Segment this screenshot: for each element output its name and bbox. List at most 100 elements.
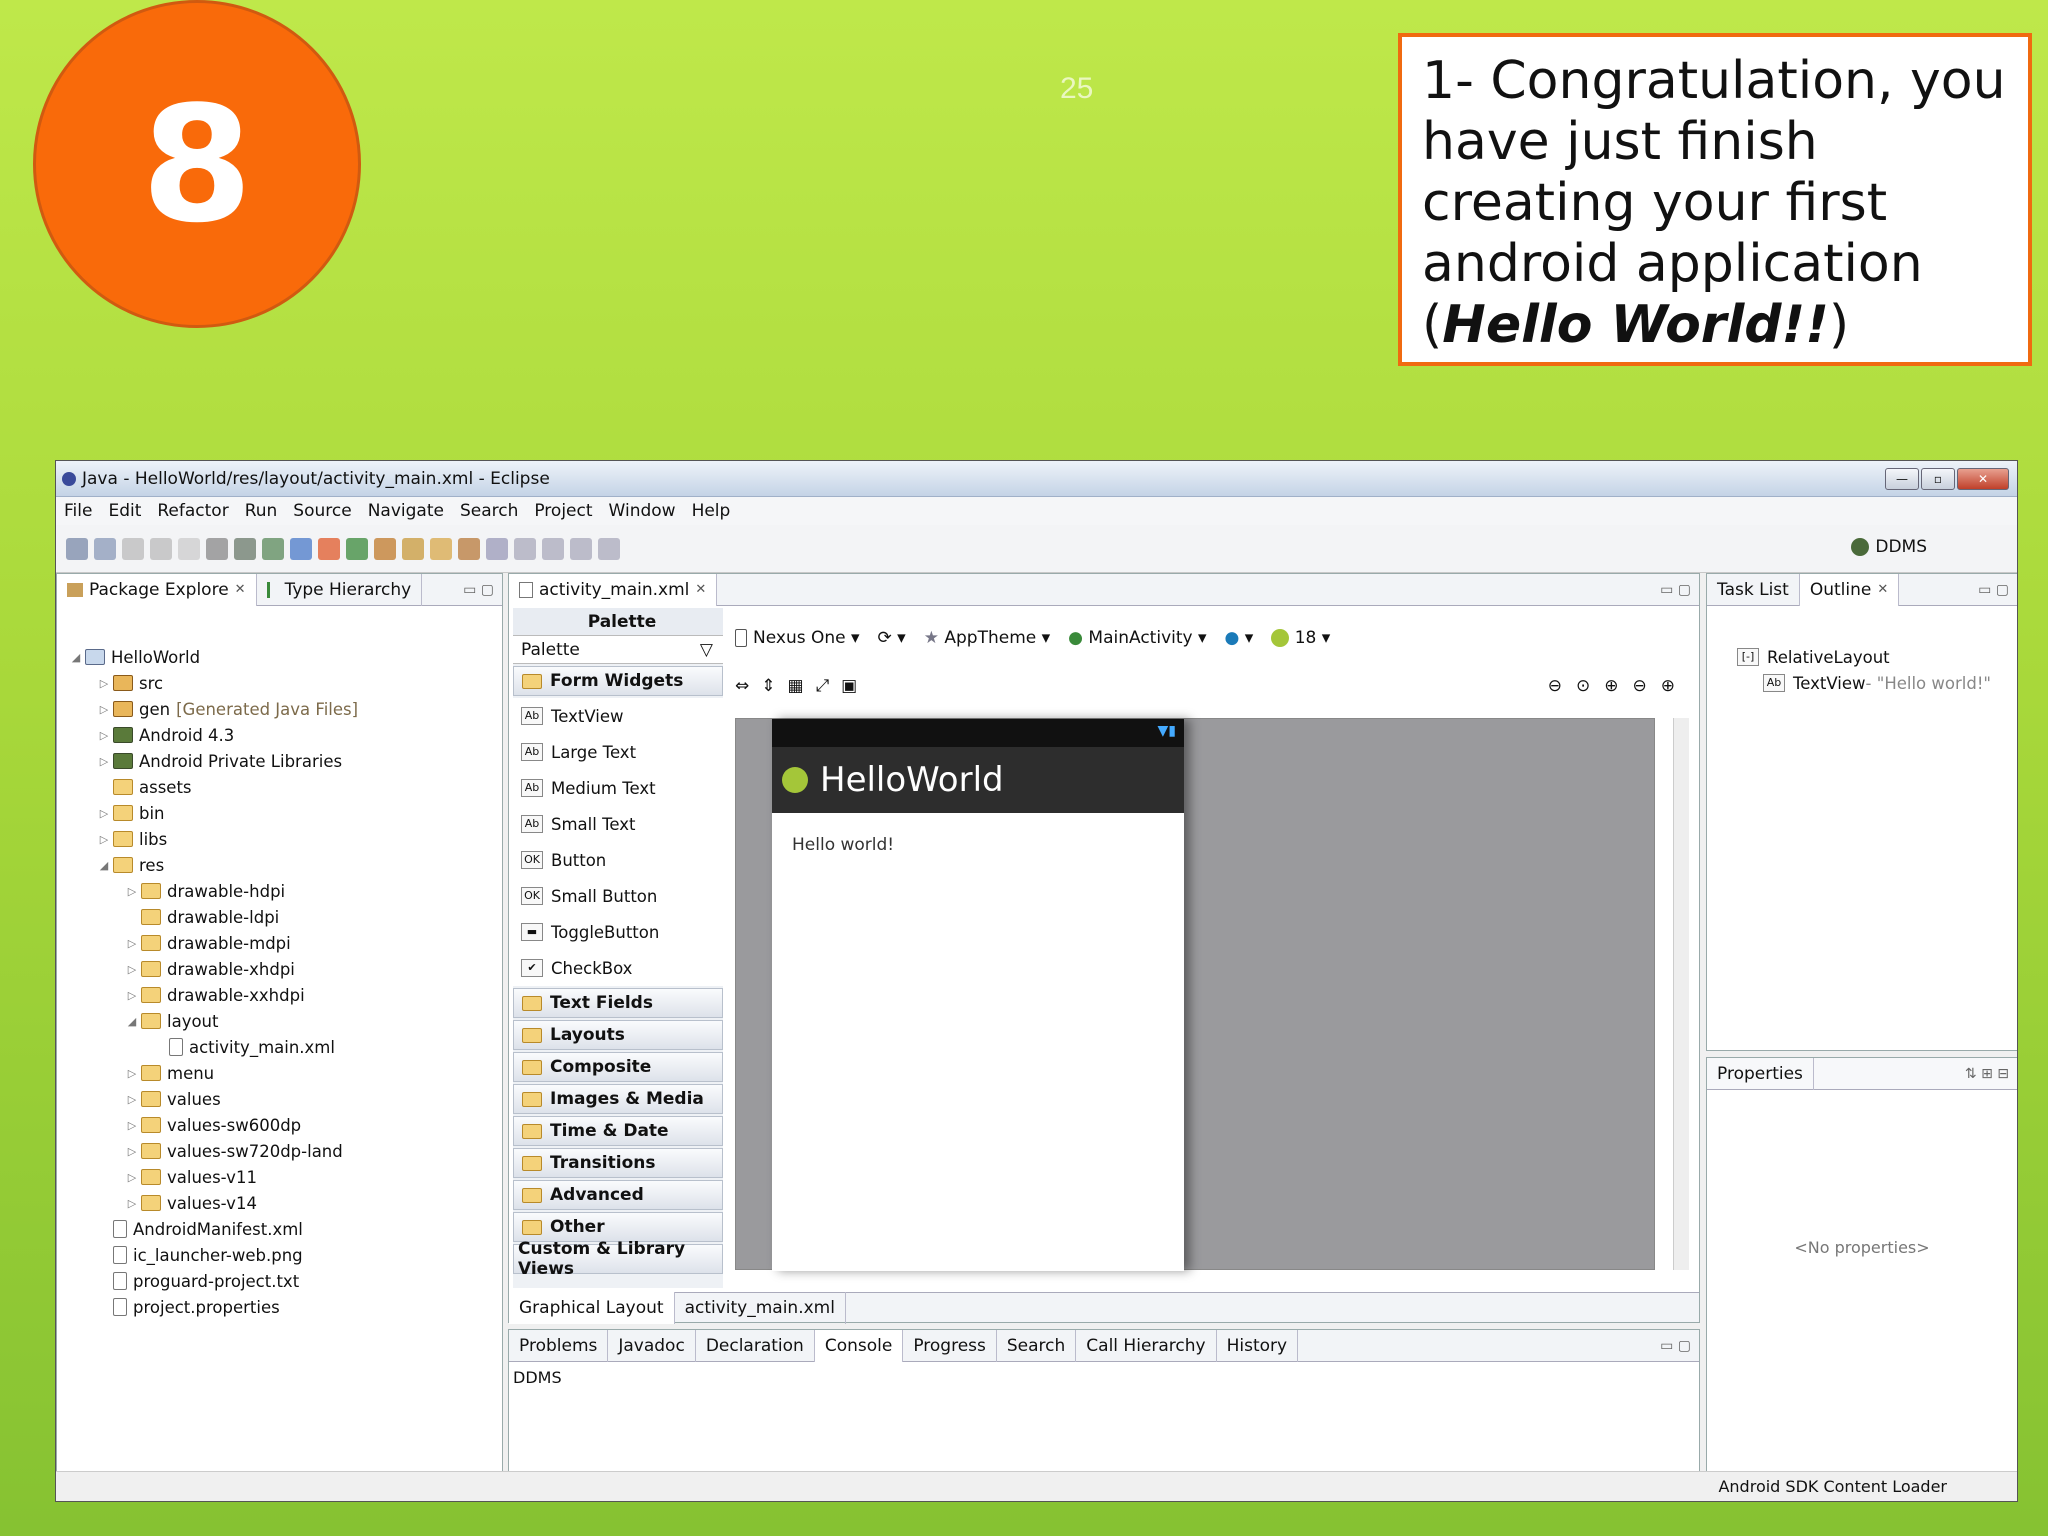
widget-small-text[interactable]: Ab Small Text [513,806,723,842]
category-transitions[interactable]: Transitions [513,1148,723,1178]
tree-item[interactable]: ▷ Android Private Libraries [57,748,502,774]
widget-small-button[interactable]: OK Small Button [513,878,723,914]
category-custom-views[interactable]: Custom & Library Views [513,1239,723,1279]
save-all-icon[interactable] [122,537,144,560]
tab-javadoc[interactable]: Javadoc [608,1329,696,1362]
layout-icon[interactable]: ▣ [841,676,857,696]
tree-item[interactable]: project.properties [57,1294,502,1320]
expand-toggle-icon[interactable]: ▷ [125,1093,139,1106]
close-icon[interactable]: ✕ [1877,582,1888,597]
fit-width-icon[interactable]: ⇔ [735,676,749,696]
new-icon[interactable] [66,537,88,560]
tree-item[interactable]: ◢ layout [57,1008,502,1034]
category-time-date[interactable]: Time & Date [513,1116,723,1146]
category-text-fields[interactable]: Text Fields [513,988,723,1018]
menu-navigate[interactable]: Navigate [360,501,452,521]
save-icon[interactable] [94,537,116,560]
expand-toggle-icon[interactable]: ▷ [125,1119,139,1132]
tree-item[interactable]: ▷ values-sw720dp-land [57,1138,502,1164]
external-tools-icon[interactable] [262,537,284,560]
tab-problems[interactable]: Problems [509,1329,609,1362]
tab-outline[interactable]: Outline ✕ [1799,573,1900,606]
tab-xml-source[interactable]: activity_main.xml [675,1291,846,1324]
menu-source[interactable]: Source [285,501,359,521]
expand-toggle-icon[interactable]: ▷ [97,833,111,846]
api-selector[interactable]: 18 ▾ [1271,628,1330,648]
back-icon[interactable] [486,537,508,560]
minimize-maximize-icon[interactable]: ▭ ▢ [463,582,502,598]
expand-toggle-icon[interactable]: ▷ [97,755,111,768]
tree-item[interactable]: ▷ Android 4.3 [57,722,502,748]
canvas-scrollbar[interactable] [1673,718,1689,1270]
expand-toggle-icon[interactable]: ▷ [125,963,139,976]
tab-graphical-layout[interactable]: Graphical Layout [509,1291,675,1324]
expand-toggle-icon[interactable]: ▷ [125,937,139,950]
tab-history[interactable]: History [1217,1329,1299,1362]
minimize-button[interactable]: — [1885,467,1919,490]
widget-checkbox[interactable]: ✔ CheckBox [513,950,723,986]
palette-dropdown[interactable]: Palette ▽ [513,636,723,664]
minimize-maximize-icon[interactable]: ▭ ▢ [1660,1338,1699,1354]
locale-selector[interactable]: ● ▾ [1225,628,1254,648]
expand-toggle-icon[interactable]: ◢ [97,859,111,872]
category-other[interactable]: Other [513,1212,723,1242]
category-layouts[interactable]: Layouts [513,1020,723,1050]
history-icon[interactable] [542,537,564,560]
menu-refactor[interactable]: Refactor [149,501,236,521]
expand-toggle-icon[interactable]: ▷ [125,1197,139,1210]
expand-toggle-icon[interactable]: ▷ [97,729,111,742]
close-icon[interactable]: ✕ [695,582,706,597]
search-icon[interactable] [346,537,368,560]
tree-item[interactable]: ▷ values-v11 [57,1164,502,1190]
menu-project[interactable]: Project [526,501,600,521]
minimize-maximize-icon[interactable]: ▭ ▢ [1660,582,1699,598]
widget-togglebutton[interactable]: ▬ ToggleButton [513,914,723,950]
tree-item[interactable]: AndroidManifest.xml [57,1216,502,1242]
tree-item[interactable]: ◢ HelloWorld [57,644,502,670]
tab-declaration[interactable]: Declaration [696,1329,815,1362]
tree-item[interactable]: ▷ gen [Generated Java Files] [57,696,502,722]
open-task-icon[interactable] [318,537,340,560]
tree-item[interactable]: ▷ values [57,1086,502,1112]
category-form-widgets[interactable]: Form Widgets [513,666,723,696]
zoom-in-icon[interactable]: ⊕ [1661,676,1675,696]
zoom-reset-icon[interactable]: ⊕ [1604,676,1618,696]
expand-toggle-icon[interactable]: ◢ [69,651,83,664]
hello-textview[interactable]: Hello world! [772,813,1184,855]
layout-canvas[interactable]: ▼▮ HelloWorld Hello world! [735,718,1655,1271]
close-button[interactable]: ✕ [1957,467,2009,490]
expand-toggle-icon[interactable]: ▷ [125,1067,139,1080]
widget-large-text[interactable]: Ab Large Text [513,734,723,770]
tree-item[interactable]: ▷ drawable-xxhdpi [57,982,502,1008]
tab-activity-main[interactable]: activity_main.xml ✕ [509,573,718,606]
tab-type-hierarchy[interactable]: Type Hierarchy [257,573,423,606]
menu-file[interactable]: File [56,501,100,521]
expand-toggle-icon[interactable]: ▷ [125,885,139,898]
binary-icon[interactable] [178,537,200,560]
bookmark-icon[interactable] [402,537,424,560]
menu-search[interactable]: Search [452,501,526,521]
menu-run[interactable]: Run [237,501,286,521]
expand-toggle-icon[interactable]: ▷ [97,703,111,716]
tab-progress[interactable]: Progress [903,1329,997,1362]
forward-icon[interactable] [514,537,536,560]
menu-window[interactable]: Window [601,501,684,521]
menu-edit[interactable]: Edit [100,501,149,521]
pin-icon[interactable] [430,537,452,560]
resize-icon[interactable]: ⤢ [816,676,830,696]
close-icon[interactable]: ✕ [235,582,246,597]
expand-toggle-icon[interactable]: ▷ [97,807,111,820]
zoom-fit-icon[interactable]: ⊖ [1548,676,1562,696]
tree-item[interactable]: ▷ drawable-hdpi [57,878,502,904]
tree-item[interactable]: ▷ drawable-mdpi [57,930,502,956]
device-selector[interactable]: Nexus One ▾ [735,628,860,648]
tree-item[interactable]: proguard-project.txt [57,1268,502,1294]
tree-item[interactable]: activity_main.xml [57,1034,502,1060]
tree-item[interactable]: ◢ res [57,852,502,878]
category-composite[interactable]: Composite [513,1052,723,1082]
expand-toggle-icon[interactable]: ◢ [125,1015,139,1028]
prev-icon[interactable] [570,537,592,560]
open-type-icon[interactable] [290,537,312,560]
debug-icon[interactable] [206,537,228,560]
tree-item[interactable]: ▷ bin [57,800,502,826]
